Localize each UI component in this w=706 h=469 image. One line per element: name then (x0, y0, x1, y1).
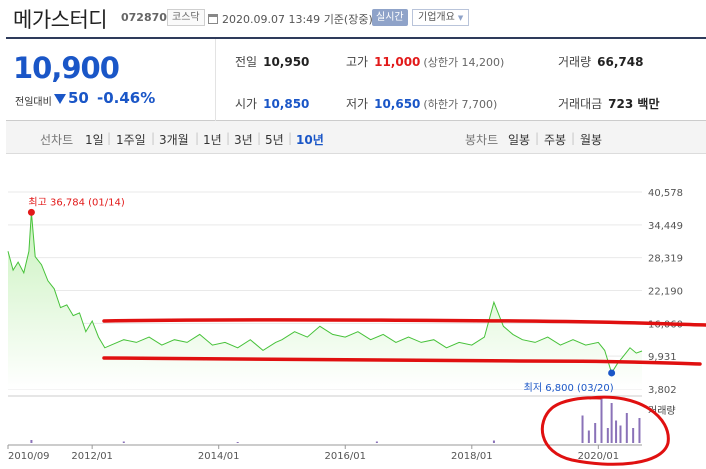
volume-bar (30, 440, 33, 443)
volume-bar (375, 441, 378, 443)
calendar-icon (208, 14, 218, 24)
candle-chart-label: 봉차트 (465, 133, 499, 147)
divider: | (226, 131, 231, 145)
period-3m[interactable]: 3개월 (159, 131, 189, 148)
max-marker (27, 208, 35, 216)
volume-bar (587, 430, 590, 443)
stock-name[interactable]: 메가스터디 (13, 4, 108, 34)
datetime-text: 2020.09.07 13:49 (222, 13, 321, 26)
price-change-pct: -0.46% (97, 89, 156, 107)
volume: 거래량 66,748 (558, 53, 643, 70)
y-tick-label: 40,578 (648, 188, 683, 199)
open-label: 시가 (235, 97, 258, 111)
divider: | (571, 131, 576, 145)
amount-label: 거래대금 (558, 97, 603, 111)
open-value: 10,850 (263, 97, 310, 111)
stock-header: 메가스터디 072870 코스닥 2020.09.07 13:49 기준(장중)… (0, 0, 706, 36)
divider: | (288, 131, 293, 145)
divider (215, 39, 216, 121)
period-10y[interactable]: 10년 (296, 131, 324, 148)
current-price: 10,900 (13, 51, 120, 85)
period-1w[interactable]: 1주일 (116, 131, 146, 148)
min-label: 최저 6,800 (03/20) (524, 382, 614, 394)
amount-value: 723 백만 (608, 97, 660, 111)
company-overview-dropdown[interactable]: 기업개요 ▼ (412, 9, 470, 26)
low-label: 저가 (346, 97, 369, 111)
candle-daily[interactable]: 일봉 (508, 131, 530, 148)
line-chart-label: 선차트 (40, 133, 74, 147)
divider: | (195, 131, 200, 145)
upper-limit: (상한가 14,200) (423, 56, 505, 69)
volume-bar (606, 428, 609, 443)
basis-text: 기준(장중) (323, 13, 373, 26)
y-tick-label: 3,802 (648, 385, 677, 396)
lower-limit: (하한가 7,700) (423, 98, 498, 111)
market-badge: 코스닥 (167, 9, 205, 26)
x-tick-label: 2012/01 (71, 451, 113, 462)
x-tick-label: 2010/09 (8, 451, 50, 462)
period-5y[interactable]: 5년 (265, 131, 284, 148)
chevron-down-icon: ▼ (457, 14, 464, 22)
volume-bar (594, 423, 597, 443)
open-price: 시가 10,850 (235, 95, 309, 112)
period-1d[interactable]: 1일 (85, 131, 104, 148)
divider: | (257, 131, 262, 145)
divider: | (107, 131, 112, 145)
period-3y[interactable]: 3년 (234, 131, 253, 148)
divider: | (151, 131, 156, 145)
volume-value: 66,748 (597, 55, 644, 69)
price-change: 50 (68, 89, 89, 107)
y-tick-label: 28,319 (648, 254, 683, 265)
volume-bar (625, 413, 628, 443)
realtime-button[interactable]: 실시간 (372, 9, 408, 26)
volume-bar (615, 420, 618, 443)
high-value: 11,000 (374, 55, 421, 69)
resistance-annotation-line (102, 318, 706, 327)
y-tick-label: 22,190 (648, 287, 683, 298)
candle-weekly[interactable]: 주봉 (544, 131, 566, 148)
quote-datetime: 2020.09.07 13:49 기준(장중) (208, 11, 373, 27)
quote-panel: 10,900 전일대비 50 -0.46% 전일 10,950 고가 11,000(… (6, 37, 706, 121)
x-tick-label: 2014/01 (198, 451, 240, 462)
volume-bar (581, 415, 584, 443)
volume-bar (638, 418, 641, 443)
down-triangle-icon (54, 94, 66, 104)
period-selector: 선차트 1일 | 1주일 | 3개월 | 1년 | 3년 | 5년 | 10년 … (6, 121, 706, 154)
volume-label: 거래량 (558, 55, 592, 69)
volume-bar (610, 403, 613, 443)
low-price: 저가 10,650 (하한가 7,700) (346, 95, 497, 112)
y-tick-label: 34,449 (648, 221, 683, 232)
x-tick-label: 2016/01 (324, 451, 366, 462)
change-label: 전일대비 (15, 97, 52, 108)
volume-bar (600, 398, 603, 443)
prev-close: 전일 10,950 (235, 53, 309, 70)
volume-bar (619, 425, 622, 443)
volume-bar (632, 428, 635, 443)
high-label: 고가 (346, 55, 369, 69)
divider: | (535, 131, 540, 145)
period-1y[interactable]: 1년 (203, 131, 222, 148)
x-tick-label: 2018/01 (451, 451, 493, 462)
prev-close-value: 10,950 (263, 55, 310, 69)
price-chart[interactable]: 40,57834,44928,31922,19016,0609,9313,802… (0, 160, 706, 469)
prev-close-label: 전일 (235, 55, 258, 69)
volume-bar (122, 441, 125, 443)
min-marker (608, 369, 616, 377)
stock-code: 072870 (121, 11, 167, 24)
trade-amount: 거래대금 723 백만 (558, 95, 659, 112)
company-overview-label: 기업개요 (418, 12, 455, 23)
high-price: 고가 11,000 (상한가 14,200) (346, 53, 504, 70)
x-tick-label: 2020/01 (578, 451, 620, 462)
volume-bar (236, 442, 239, 443)
volume-bar (492, 440, 495, 443)
low-value: 10,650 (374, 97, 421, 111)
candle-monthly[interactable]: 월봉 (580, 131, 602, 148)
max-label: 최고 36,784 (01/14) (28, 196, 124, 208)
